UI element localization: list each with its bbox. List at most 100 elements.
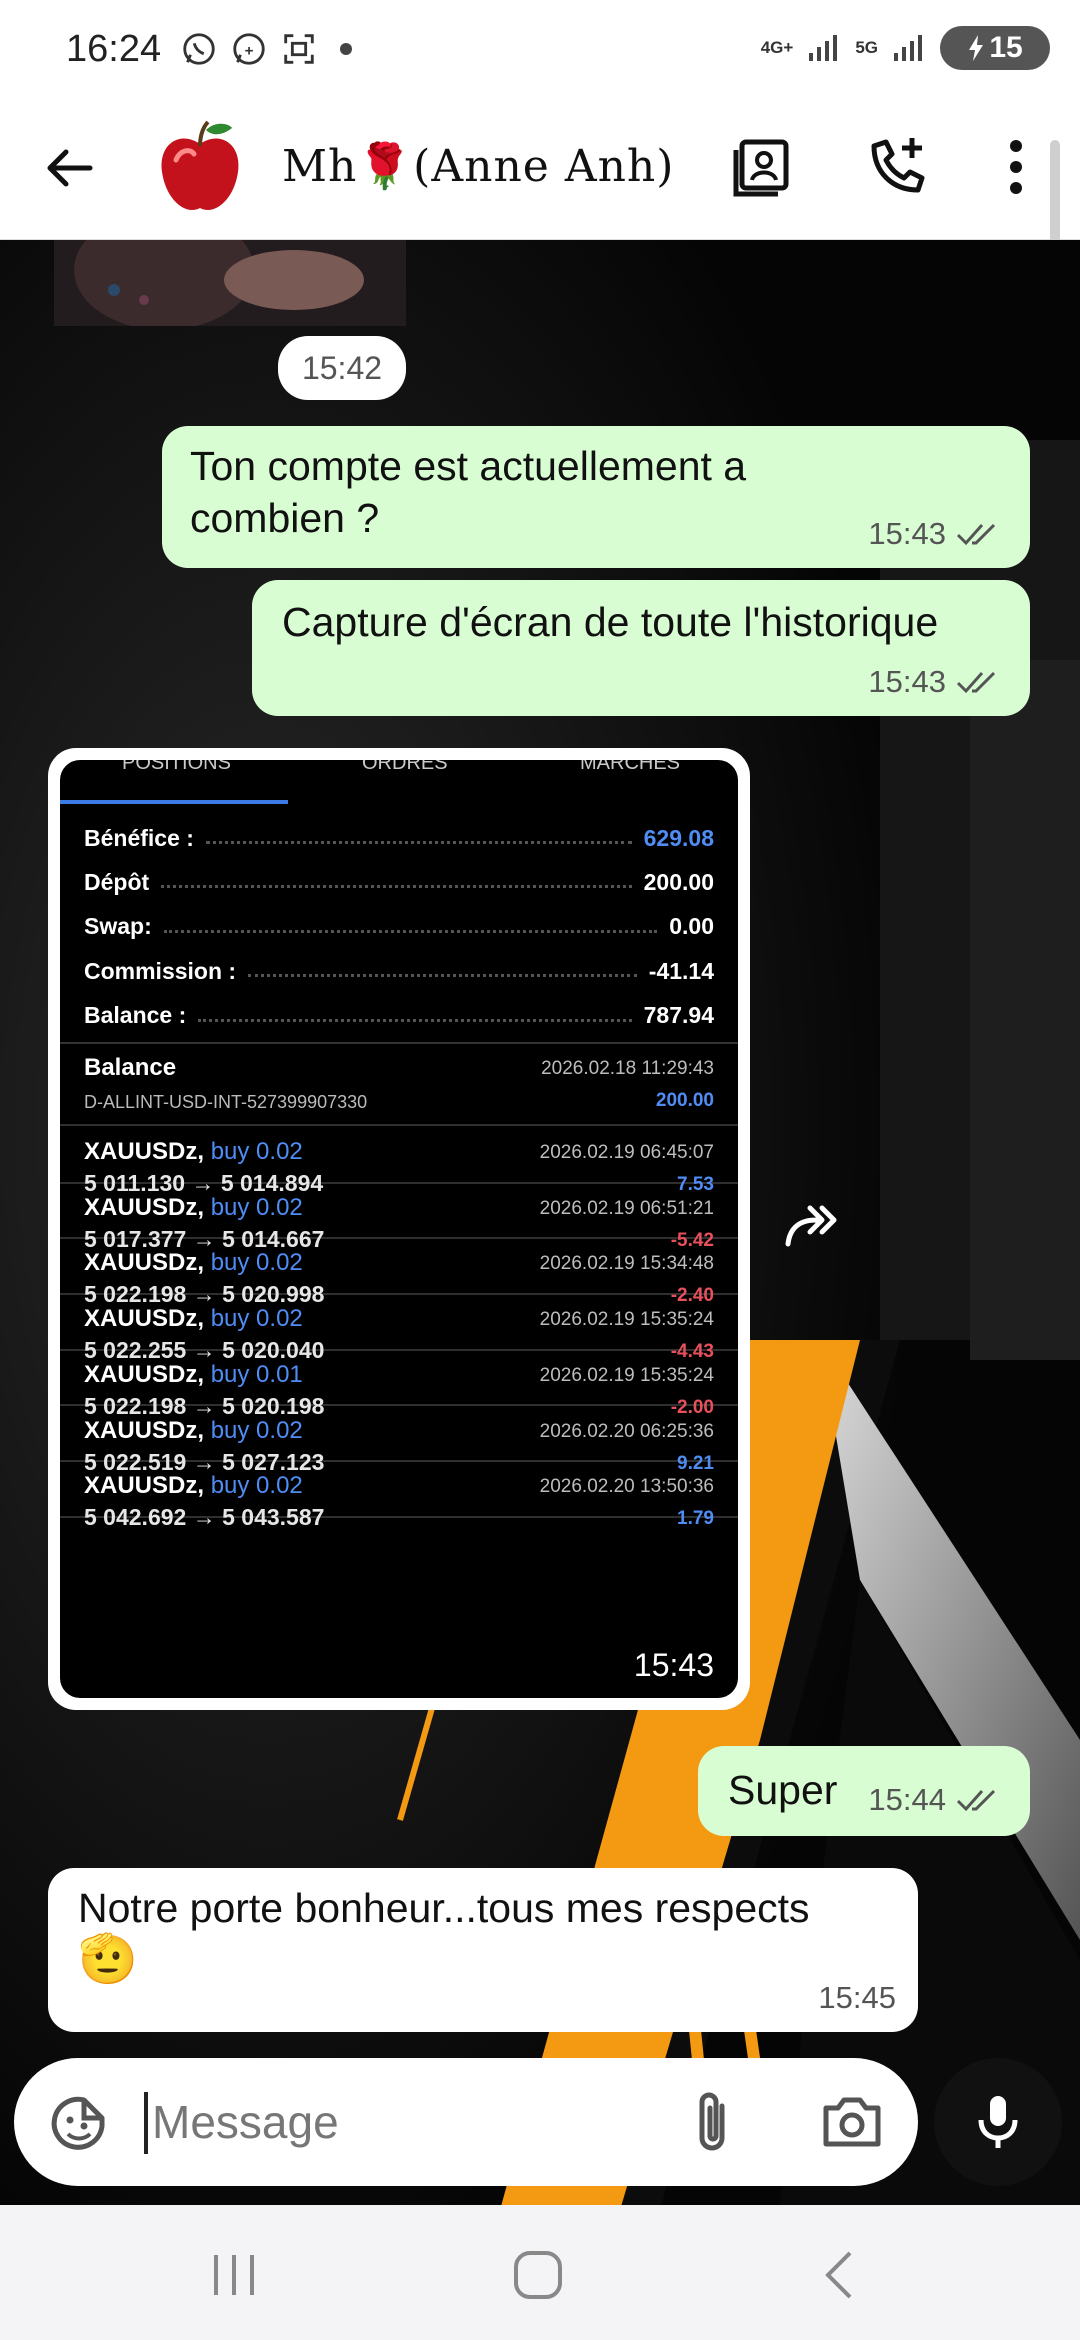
trade-side: buy 0.02 <box>210 1472 303 1500</box>
camera-icon[interactable] <box>820 2092 884 2152</box>
trade-symbol-name: XAUUSDz, <box>84 1305 205 1333</box>
message-time: 15:43 <box>868 664 946 699</box>
sticker-icon[interactable] <box>48 2090 112 2154</box>
summary-leader-dots <box>205 832 632 844</box>
whatsapp-business-icon: + <box>233 33 265 65</box>
trade-side: buy 0.01 <box>210 1360 303 1388</box>
trade-symbol: XAUUSDz, buy 0.02 <box>84 1194 303 1222</box>
home-icon[interactable] <box>508 2245 568 2305</box>
trade-symbol-name: XAUUSDz, <box>84 1360 205 1388</box>
arrow-left-icon[interactable] <box>40 138 100 198</box>
message-incoming[interactable]: Notre porte bonheur...tous mes respects … <box>48 1868 918 2032</box>
summary-label: Balance : <box>84 1002 187 1029</box>
double-check-icon <box>956 523 996 546</box>
trade-symbol-name: XAUUSDz, <box>84 1472 205 1500</box>
trade-symbol-name: XAUUSDz, <box>84 1249 205 1277</box>
tab-active-indicator <box>60 800 288 804</box>
summary-label: Dépôt <box>84 868 150 895</box>
contact-name[interactable]: Mh🌹(Anne Anh) <box>282 140 674 192</box>
tab-markets: MARCHÉS <box>580 760 681 774</box>
trade-row: XAUUSDz, buy 0.01 5 022.198 → 5 020.198 20… <box>60 1351 738 1419</box>
trade-profit: 1.79 <box>677 1508 714 1530</box>
summary-value: 200.00 <box>643 868 714 895</box>
trade-side: buy 0.02 <box>210 1193 303 1221</box>
trade-date: 2026.02.20 13:50:36 <box>539 1476 714 1498</box>
message-text: Notre porte bonheur...tous mes respects <box>78 1885 810 1931</box>
trade-symbol: XAUUSDz, buy 0.02 <box>84 1305 303 1333</box>
trade-row: XAUUSDz, buy 0.02 5 042.692 → 5 043.587 20… <box>60 1462 738 1530</box>
signal-icon <box>809 35 838 61</box>
summary-leader-dots <box>198 1010 632 1022</box>
system-nav-bar <box>0 2205 1080 2340</box>
trade-side: buy 0.02 <box>210 1138 303 1165</box>
message-time: 15:45 <box>818 1980 896 2015</box>
media-timestamp: 15:42 <box>278 336 406 400</box>
media-thumbnail[interactable] <box>54 240 406 326</box>
summary-value: 629.08 <box>643 824 714 851</box>
trade-symbol: XAUUSDz, buy 0.02 <box>84 1472 303 1500</box>
trade-row: XAUUSDz, buy 0.02 5 011.130 → 5 014.894 20… <box>60 1128 738 1196</box>
contact-card-icon[interactable] <box>728 132 798 202</box>
message-input[interactable] <box>152 2080 672 2164</box>
trade-symbol: XAUUSDz, buy 0.02 <box>84 1249 303 1277</box>
balance-account: D-ALLINT-USD-INT-527399907330 <box>84 1092 368 1112</box>
message-emoji: 🫡 <box>78 1933 138 1986</box>
double-check-icon <box>956 1789 996 1812</box>
trade-symbol-name: XAUUSDz, <box>84 1416 205 1444</box>
balance-date: 2026.02.18 11:29:43 <box>541 1058 714 1079</box>
trade-symbol: XAUUSDz, buy 0.01 <box>84 1361 303 1389</box>
system-icons: 4G+ 5G 15 <box>761 26 1050 70</box>
battery-indicator: 15 <box>940 26 1050 70</box>
message-text-line-2: combien ? <box>190 495 380 541</box>
network-type-1: 4G+ <box>760 38 794 57</box>
balance-row: Balance D-ALLINT-USD-INT-527399907330 20… <box>60 1044 738 1126</box>
mic-button[interactable] <box>934 2058 1062 2186</box>
forward-icon[interactable] <box>782 1200 844 1250</box>
recent-apps-icon[interactable] <box>204 2245 264 2305</box>
summary-row: Swap: 0.00 <box>84 907 714 947</box>
message-text: Super <box>728 1767 838 1813</box>
avatar[interactable] <box>150 116 250 222</box>
trading-history-screenshot[interactable]: POSITIONS ORDRES MARCHÉS Bénéfice : 629.0… <box>60 760 738 1698</box>
summary-label: Swap: <box>84 913 152 940</box>
tab-positions: POSITIONS <box>122 760 231 774</box>
double-check-icon <box>956 671 996 694</box>
media-image <box>54 240 406 326</box>
trade-symbol-name: XAUUSDz, <box>84 1138 205 1165</box>
message-incoming-image[interactable]: POSITIONS ORDRES MARCHÉS Bénéfice : 629.0… <box>48 748 750 1710</box>
screenshot-icon <box>284 34 314 64</box>
message-outgoing[interactable]: Capture d'écran de toute l'historique 15… <box>252 580 1030 716</box>
trade-row: XAUUSDz, buy 0.02 5 017.377 → 5 014.667 20… <box>60 1184 738 1252</box>
phone-plus-icon[interactable] <box>862 132 932 202</box>
trade-row: XAUUSDz, buy 0.02 5 022.519 → 5 027.123 20… <box>60 1407 738 1475</box>
chat-area[interactable]: 15:42 Ton compte est actuellement a comb… <box>0 240 1080 2205</box>
summary-value: -41.14 <box>648 957 714 984</box>
charging-icon <box>969 35 984 61</box>
balance-amount: 200.00 <box>655 1090 714 1111</box>
status-bar: 16:24 + 4G+ 5G 15 <box>0 0 1080 100</box>
trade-date: 2026.02.19 06:45:07 <box>539 1142 714 1163</box>
message-time: 15:44 <box>868 1782 946 1817</box>
svg-text:+: + <box>245 43 254 60</box>
signal-icon-2 <box>894 35 922 61</box>
trade-date: 2026.02.19 15:35:24 <box>539 1309 714 1331</box>
trade-date: 2026.02.19 06:51:21 <box>539 1197 714 1219</box>
trade-row: XAUUSDz, buy 0.02 5 022.198 → 5 020.998 20… <box>60 1239 738 1307</box>
status-time: 16:24 <box>66 28 162 70</box>
summary-row: Dépôt 200.00 <box>84 862 714 902</box>
mic-icon <box>978 2096 1018 2148</box>
message-meta: 15:43 <box>868 508 1006 560</box>
trade-side: buy 0.02 <box>210 1416 303 1444</box>
trade-row: XAUUSDz, buy 0.02 5 022.255 → 5 020.040 20… <box>60 1295 738 1363</box>
chat-header: Mh🌹(Anne Anh) <box>0 100 1080 270</box>
message-outgoing[interactable]: Super 15:44 <box>698 1746 1030 1836</box>
more-vert-icon[interactable] <box>980 132 1040 202</box>
paperclip-icon[interactable] <box>684 2088 744 2158</box>
trade-date: 2026.02.19 15:35:24 <box>539 1364 714 1386</box>
message-outgoing[interactable]: Ton compte est actuellement a combien ? … <box>162 426 1030 568</box>
notification-icons: + <box>180 30 352 68</box>
message-text-line-1: Ton compte est actuellement a <box>190 443 747 489</box>
network-type-2: 5G <box>855 38 878 57</box>
back-nav-icon[interactable] <box>810 2245 870 2305</box>
summary-row: Balance : 787.94 <box>84 996 714 1036</box>
